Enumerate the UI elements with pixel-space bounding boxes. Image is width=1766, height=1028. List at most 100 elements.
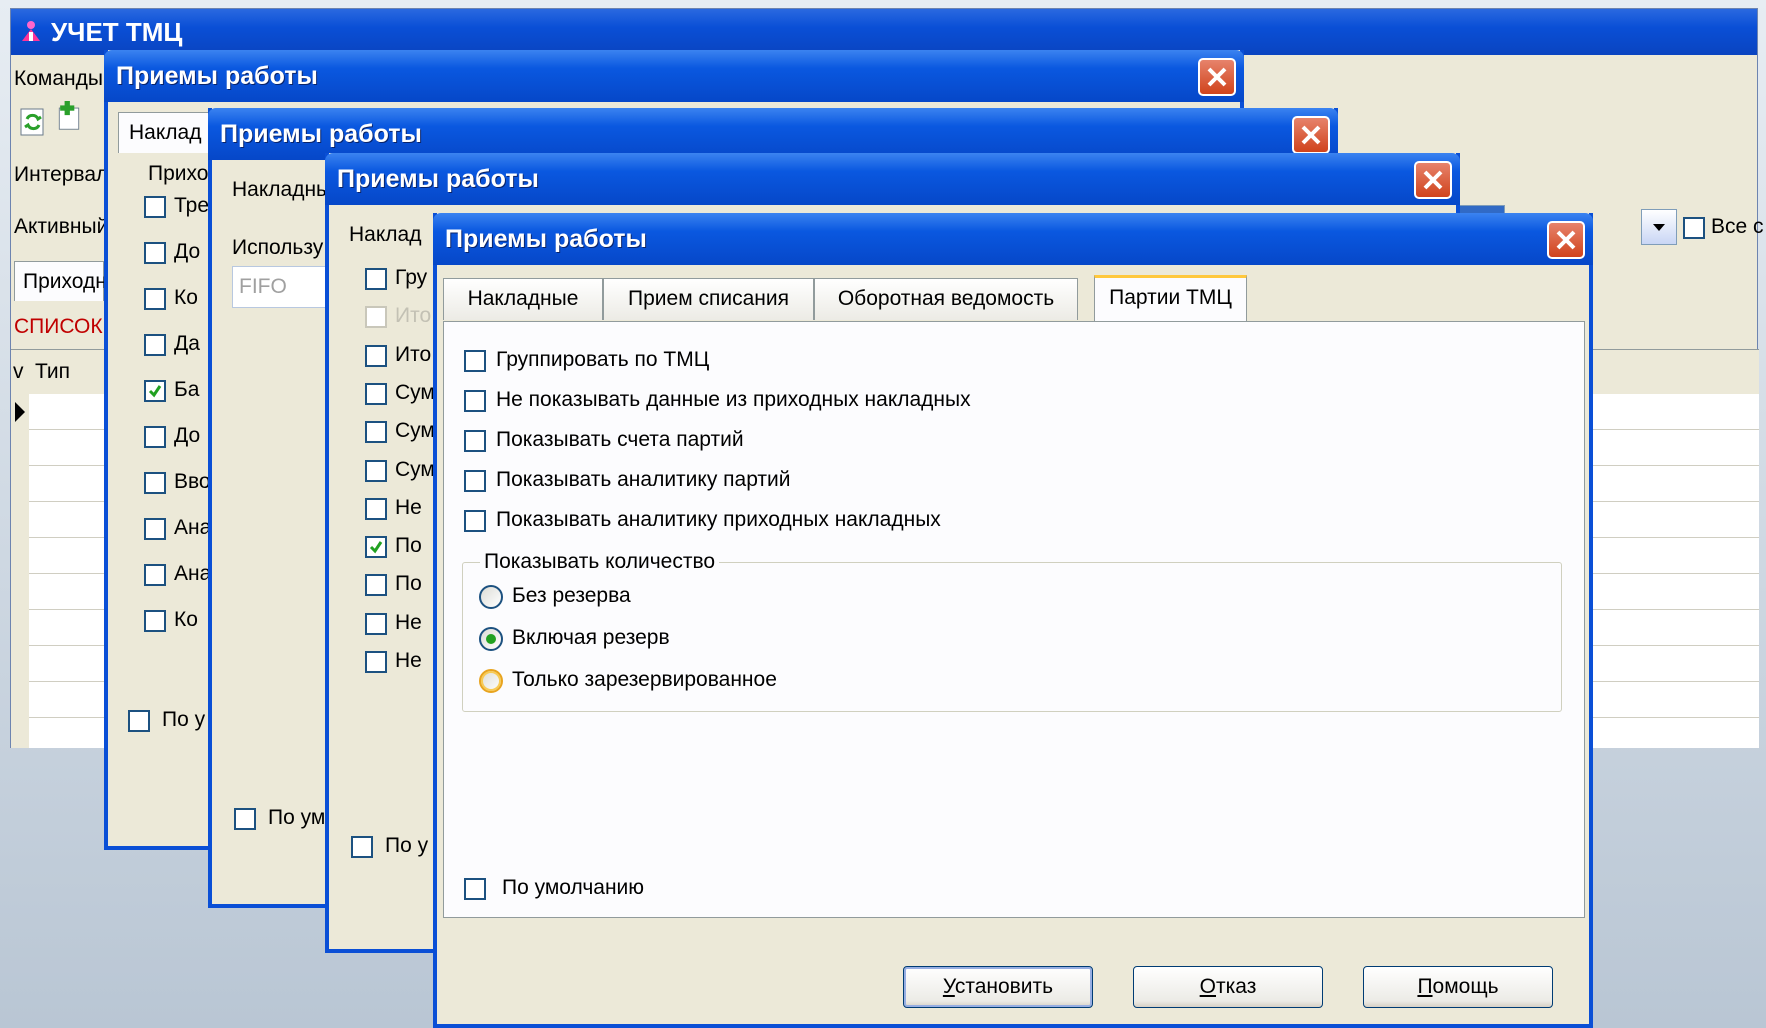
dialog-3-option-checkbox[interactable] [365,651,387,673]
chevron-down-icon [1653,224,1665,231]
dialog-1-default-checkbox[interactable] [128,710,150,732]
dialog-3-title: Приемы работы [337,165,539,193]
default-checkbox[interactable] [464,878,486,900]
dialog-3-option-label: Ито [395,304,432,328]
dialog-3-default-checkbox[interactable] [351,836,373,858]
dialog-1-option-label: Да [174,332,200,355]
active-label: Активный [14,215,109,238]
tab-incoming[interactable]: Приходн [14,261,107,301]
show-batch-analytics-checkbox[interactable] [464,470,486,492]
tab-turnover[interactable]: Оборотная ведомость [814,278,1078,320]
dialog-3-option-checkbox[interactable] [365,459,387,482]
grid-header-type: Тип [35,360,71,383]
set-button[interactable]: Установить [903,966,1093,1008]
dialog-1-option-label: Ана [174,516,212,539]
close-icon [1301,125,1321,145]
checkmark-icon [369,541,383,554]
dialog-1-option-label: До [174,240,201,263]
dialog-1-option-checkbox[interactable] [144,472,166,494]
dialog-3-option-checkbox[interactable] [365,268,387,290]
radio-reserved-only-label: Только зарезервированное [512,668,777,691]
dialog-4-close-button[interactable] [1547,221,1585,259]
dialog-3-option-checkbox[interactable] [365,497,387,520]
all-checkbox[interactable] [1683,217,1705,239]
combo-dropdown-button[interactable] [1641,209,1677,245]
show-batch-accounts-label: Показывать счета партий [496,428,744,451]
dialog-1-group-label: Прихо [148,162,209,185]
dialog-1-option-checkbox[interactable] [144,242,166,264]
dialog-3-title-bar: Приемы работы [325,153,1460,205]
dialog-1-option-label: Ко [174,286,198,309]
dialog-2-close-button[interactable] [1292,116,1330,154]
dialog-1-close-button[interactable] [1198,58,1236,96]
dialog-4-title-bar: Приемы работы [433,213,1593,265]
show-batch-accounts-checkbox[interactable] [464,430,486,452]
tab-batches[interactable]: Партии ТМЦ [1094,275,1247,321]
dialog-1-option-checkbox[interactable] [144,334,166,356]
dialog-3-option-label: Ито [395,342,432,366]
dialog-3-option-checkbox[interactable] [365,382,387,405]
dialog-1-option-checkbox[interactable] [144,196,166,218]
dialog-2-tab[interactable]: Накладны [232,178,331,202]
radio-reserved-only[interactable] [479,669,503,693]
app-icon [22,21,40,41]
dialog-3-option-label: Не [395,610,422,634]
dialog-3-option-checkbox[interactable] [365,421,387,444]
dialog-3-option-label: По [395,572,422,596]
dialog-1-option-label: Вво [174,470,211,493]
dialog-1-title: Приемы работы [116,62,318,90]
dialog-1-option-checkbox[interactable] [144,610,166,632]
quantity-group-label: Показывать количество [480,550,720,574]
tab-invoices[interactable]: Накладные [443,278,603,320]
interval-label: Интервал [14,163,109,186]
close-icon [1423,170,1443,190]
dialog-1-option-label: Тре [174,194,210,217]
close-icon [1207,67,1227,87]
dialog-3-option-checkbox[interactable] [365,574,387,597]
show-batch-analytics-label: Показывать аналитику партий [496,468,791,491]
radio-no-reserve[interactable] [479,585,503,609]
checkmark-icon [148,385,162,398]
dialog-2-default-checkbox[interactable] [234,808,256,830]
refresh-icon[interactable] [19,107,47,137]
row-indicator-column [11,394,30,748]
group-by-item-checkbox[interactable] [464,350,486,372]
radio-include-reserve-label: Включая резерв [512,626,670,649]
all-checkbox-label: Все с [1711,215,1764,238]
dialog-2-use-label: Использу [232,236,324,259]
dialog-3-default-label: По у [385,834,429,857]
dialog-1-option-label: Ба [174,378,200,401]
dialog-3-option-label: Гру [395,266,428,289]
dialog-3-option-checkbox[interactable] [365,612,387,635]
menu-commands[interactable]: Команды [14,67,103,91]
dialog-3-option-checkbox[interactable] [365,344,387,367]
dialog-1-option-checkbox[interactable] [144,518,166,540]
dialog-2-default-label: По ум [268,806,326,829]
dialog-1-option-checkbox[interactable] [144,426,166,448]
dialog-4-title: Приемы работы [445,225,647,253]
close-icon [1556,230,1576,250]
tab-writeoff[interactable]: Прием списания [603,278,814,320]
show-incoming-analytics-checkbox[interactable] [464,510,486,532]
dialog-1-option-label: Ана [174,562,212,585]
dialog-1-option-checkbox[interactable] [144,564,166,586]
dialog-1-option-checkbox[interactable] [144,288,166,310]
dialog-3-tab[interactable]: Наклад [349,223,421,247]
hide-incoming-data-checkbox[interactable] [464,390,486,412]
current-row-arrow-icon [15,402,25,422]
add-document-icon[interactable] [55,101,83,131]
radio-include-reserve[interactable] [479,627,503,651]
help-button[interactable]: Помощь [1363,966,1553,1008]
dialog-1-title-bar: Приемы работы [104,50,1244,102]
dialog-1-tab[interactable]: Наклад [118,112,210,153]
show-incoming-analytics-label: Показывать аналитику приходных накладных [496,508,941,531]
dialog-1-option-checkbox[interactable] [144,380,166,402]
group-by-item-label: Группировать по ТМЦ [496,348,710,371]
dialog-3-close-button[interactable] [1414,161,1452,199]
dialog-3-option-checkbox[interactable] [365,536,387,559]
cancel-button[interactable]: Отказ [1133,966,1323,1008]
dialog-3-option-label: Не [395,649,422,672]
dialog-3-option-label: Сум [395,457,435,481]
dialog-3-option-label: Не [395,495,422,519]
dialog-3-option-checkbox[interactable] [365,306,387,329]
